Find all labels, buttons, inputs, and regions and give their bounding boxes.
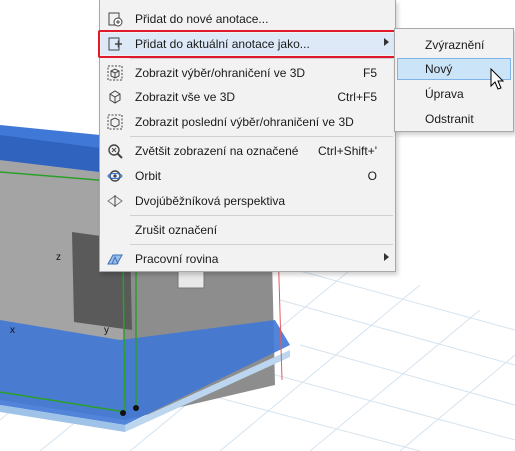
menu-item-orbit[interactable]: Orbit O: [101, 165, 395, 187]
submenu-item-label: Úprava: [425, 87, 464, 101]
menu-item-two-point-perspective[interactable]: Dvojúběžníková perspektiva: [101, 190, 395, 212]
menu-item-work-plane[interactable]: Pracovní rovina: [101, 248, 395, 270]
axis-z-label: z: [56, 252, 61, 263]
axis-y-label: y: [104, 325, 109, 336]
menu-item-label: Orbit: [135, 169, 162, 183]
mouse-cursor-icon: [490, 68, 505, 90]
menu-item-label: Zobrazit vše ve 3D: [135, 90, 236, 104]
menu-item-shortcut: O: [367, 169, 377, 183]
submenu-item-label: Odstranit: [425, 112, 474, 126]
axis-x-label: x: [10, 325, 15, 336]
menu-item-label: Zrušit označení: [135, 223, 218, 237]
menu-item-show-selection-3d[interactable]: Zobrazit výběr/ohraničení ve 3D F5: [101, 62, 395, 84]
menu-item-deselect[interactable]: Zrušit označení: [101, 219, 395, 241]
menu-item-show-last-selection-3d[interactable]: Zobrazit poslední výběr/ohraničení ve 3D: [101, 111, 395, 133]
submenu-arrow-icon: [384, 38, 389, 46]
menu-item-label: Přidat do nové anotace...: [135, 12, 269, 26]
menu-item-add-new-annotation[interactable]: Přidat do nové anotace...: [101, 8, 395, 30]
work-plane-icon: [107, 254, 123, 265]
add-annotation-icon: [108, 12, 123, 27]
menu-separator: [130, 58, 393, 59]
add-to-current-annotation-icon: [108, 37, 122, 51]
submenu-item-remove[interactable]: Odstranit: [397, 108, 511, 130]
menu-item-shortcut: F5: [362, 66, 377, 80]
menu-item-zoom-to-selection[interactable]: Zvětšit zobrazení na označené Ctrl+Shift…: [101, 140, 395, 162]
submenu-item-label: Zvýraznění: [425, 38, 485, 52]
menu-item-label: Zobrazit poslední výběr/ohraničení ve 3D: [135, 115, 354, 129]
zoom-to-selection-icon: [108, 144, 123, 159]
menu-item-shortcut: Ctrl+Shift+': [318, 144, 377, 158]
menu-separator: [130, 215, 393, 216]
submenu-item-label: Nový: [425, 62, 453, 76]
show-selection-3d-icon: [107, 65, 123, 81]
submenu-item-highlight[interactable]: Zvýraznění: [397, 34, 511, 56]
menu-item-show-all-3d[interactable]: Zobrazit vše ve 3D Ctrl+F5: [101, 86, 395, 108]
menu-item-shortcut: Ctrl+F5: [337, 90, 377, 104]
submenu-arrow-icon: [384, 253, 389, 261]
menu-item-add-to-current-annotation[interactable]: Přidat do aktuální anotace jako...: [98, 30, 398, 58]
menu-item-label: Dvojúběžníková perspektiva: [135, 194, 286, 208]
show-last-selection-3d-icon: [107, 114, 123, 130]
menu-item-label: Zobrazit výběr/ohraničení ve 3D: [135, 66, 306, 80]
menu-item-label: Zvětšit zobrazení na označené: [135, 144, 299, 158]
context-menu: Přidat do nové anotace... Přidat do aktu…: [98, 0, 398, 272]
menu-item-label: Přidat do aktuální anotace jako...: [135, 37, 310, 51]
menu-item-label: Pracovní rovina: [135, 252, 219, 266]
two-point-perspective-icon: [107, 195, 123, 207]
show-all-3d-icon: [109, 90, 121, 104]
menu-separator: [130, 136, 393, 137]
orbit-icon: [107, 170, 123, 182]
menu-separator: [130, 244, 393, 245]
